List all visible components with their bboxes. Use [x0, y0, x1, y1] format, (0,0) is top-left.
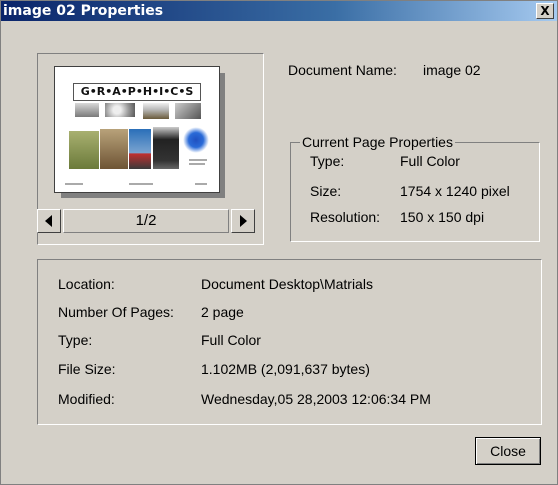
thumbnail-image	[105, 103, 135, 117]
modified-value: Wednesday,05 28,2003 12:06:34 PM	[201, 391, 431, 407]
thumbnail-image	[75, 103, 99, 117]
close-button[interactable]: Close	[475, 437, 541, 465]
previous-page-button[interactable]	[37, 209, 61, 233]
location-label: Location:	[58, 276, 115, 292]
thumbnail-image	[183, 127, 209, 153]
document-name-value: image 02	[423, 62, 481, 78]
title-bar[interactable]: image 02 Properties X	[1, 1, 557, 21]
thumbnail-image	[175, 103, 201, 119]
close-icon[interactable]: X	[536, 3, 554, 19]
type-label: Type:	[58, 332, 93, 348]
next-page-button[interactable]	[231, 209, 255, 233]
page-size-value: 1754 x 1240 pixel	[400, 183, 510, 199]
modified-label: Modified:	[58, 391, 115, 407]
thumbnail-image	[143, 103, 169, 119]
pages-label: Number Of Pages:	[58, 304, 174, 320]
location-value: Document Desktop\Matrials	[201, 276, 373, 292]
page-indicator: 1/2	[63, 209, 229, 233]
thumbnail-image	[153, 127, 179, 169]
page-resolution-label: Resolution:	[310, 209, 381, 225]
current-page-group-title: Current Page Properties	[300, 134, 455, 150]
page-thumbnail: G•R•A•P•H•I•C•S	[54, 66, 220, 193]
caption-line	[189, 163, 205, 165]
caption-line	[189, 159, 207, 161]
page-resolution-value: 150 x 150 dpi	[400, 209, 485, 225]
thumbnail-image	[129, 129, 151, 169]
page-size-label: Size:	[310, 183, 342, 199]
triangle-right-icon	[240, 215, 247, 227]
file-size-value: 1.102MB (2,091,637 bytes)	[201, 361, 370, 377]
window-title: image 02 Properties	[3, 3, 164, 19]
page-type-label: Type:	[310, 153, 345, 169]
document-name-label: Document Name:	[288, 62, 397, 78]
caption-line	[195, 183, 207, 185]
triangle-left-icon	[45, 215, 52, 227]
graphics-banner: G•R•A•P•H•I•C•S	[73, 83, 201, 101]
caption-line	[129, 183, 153, 185]
caption-line	[65, 183, 83, 185]
page-type-value: Full Color	[400, 153, 460, 169]
properties-dialog: image 02 Properties X G•R•A•P•H•I•C•S 1/…	[0, 0, 558, 485]
thumbnail-image	[69, 131, 99, 169]
thumbnail-image	[100, 129, 128, 169]
type-value: Full Color	[201, 332, 261, 348]
pages-value: 2 page	[201, 304, 244, 320]
file-size-label: File Size:	[58, 361, 116, 377]
